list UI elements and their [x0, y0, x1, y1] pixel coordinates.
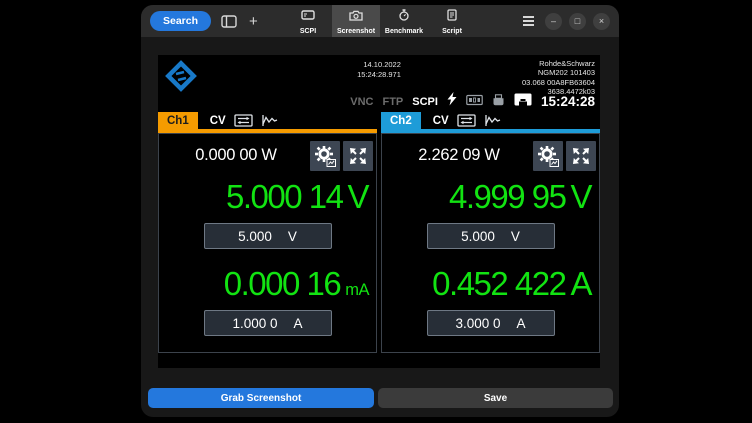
channel-2-expand-button — [566, 141, 596, 171]
minimize-button[interactable]: – — [545, 13, 562, 30]
channel-2-readout: 2.262 09 W 4.999 95V 5.000 — [381, 133, 600, 353]
sidebar-toggle-icon[interactable] — [221, 15, 237, 28]
tab-screenshot[interactable]: Screenshot — [332, 5, 380, 37]
tab-bar: SCPI Screenshot Benchmark Script — [284, 5, 476, 37]
main-content: 14.10.2022 15:24:28.971 Rohde&Schwarz NG… — [141, 37, 619, 417]
channel-2-power: 2.262 09 W — [388, 146, 530, 165]
device-model: NGM202 101403 — [522, 68, 595, 77]
device-header: 14.10.2022 15:24:28.971 Rohde&Schwarz NG… — [158, 55, 600, 92]
channel-2-settings-button — [533, 141, 563, 171]
maximize-button[interactable]: □ — [569, 13, 586, 30]
tab-benchmark[interactable]: Benchmark — [380, 5, 428, 37]
new-tab-icon[interactable]: + — [249, 14, 258, 29]
channel-1-current-set: 1.000 0 A — [204, 310, 332, 336]
channel-2-power-row: 2.262 09 W — [382, 134, 599, 174]
tab-label: SCPI — [300, 28, 316, 35]
channel-2-current-set: 3.000 0 A — [427, 310, 555, 336]
device-time: 15:24:28.971 — [357, 70, 401, 80]
footer-actions: Grab Screenshot Save — [148, 388, 613, 408]
levels-settings-icon — [457, 114, 476, 127]
device-clock: 15:24:28 — [541, 94, 595, 109]
channel-2-current-unit: A — [570, 265, 592, 302]
channel-1-mode: CV — [210, 115, 226, 127]
vnc-status: VNC — [350, 96, 373, 108]
window-controls: – □ × — [523, 13, 610, 30]
channel-1-settings-button — [310, 141, 340, 171]
tab-script[interactable]: Script — [428, 5, 476, 37]
save-button[interactable]: Save — [378, 388, 613, 408]
usb-icon — [492, 93, 505, 111]
channel-2-current-value: 0.452 422 — [432, 265, 565, 302]
channel-2-voltage-set: 5.000 V — [427, 223, 555, 249]
channel-1-power-row: 0.000 00 W — [159, 134, 376, 174]
ftp-status: FTP — [382, 96, 403, 108]
tab-label: Benchmark — [385, 28, 423, 35]
rohde-schwarz-logo-icon — [165, 60, 197, 97]
channel-2-voltage-unit: V — [570, 178, 592, 215]
channel-1-vset-value: 5.000 — [238, 229, 272, 244]
device-datetime: 14.10.2022 15:24:28.971 — [357, 60, 401, 79]
tab-scpi[interactable]: SCPI — [284, 5, 332, 37]
channel-1-tab: Ch1 — [158, 112, 198, 129]
channel-1-iset-unit: A — [294, 316, 303, 331]
device-brand: Rohde&Schwarz — [522, 59, 595, 68]
channel-1-voltage-unit: V — [347, 178, 369, 215]
menu-icon[interactable] — [523, 16, 534, 26]
channel-1-voltage: 5.000 14V — [159, 174, 376, 220]
waveform-log-icon — [261, 114, 279, 127]
channel-2-voltage: 4.999 95V — [382, 174, 599, 220]
channel-2-tab: Ch2 — [381, 112, 421, 129]
close-button[interactable]: × — [593, 13, 610, 30]
channel-2-iset-unit: A — [517, 316, 526, 331]
channel-1-panel: Ch1 CV 0.000 00 W — [158, 112, 377, 353]
channel-2-voltage-value: 4.999 95 — [449, 178, 565, 215]
stopwatch-icon — [398, 8, 410, 26]
channel-2-vset-unit: V — [511, 229, 520, 244]
channel-1-voltage-value: 5.000 14 — [226, 178, 342, 215]
channel-1-iset-value: 1.000 0 — [232, 316, 277, 331]
channels-row: Ch1 CV 0.000 00 W — [158, 112, 600, 353]
channel-2-tab-row: Ch2 CV — [381, 112, 600, 129]
channel-1-expand-button — [343, 141, 373, 171]
device-date: 14.10.2022 — [357, 60, 401, 70]
channel-2-vset-value: 5.000 — [461, 229, 495, 244]
lightning-icon — [447, 92, 457, 111]
channel-1-voltage-set: 5.000 V — [204, 223, 332, 249]
levels-settings-icon — [234, 114, 253, 127]
camera-icon — [349, 8, 363, 26]
device-info: Rohde&Schwarz NGM202 101403 03.068 00A8F… — [522, 59, 595, 96]
device-firmware: 03.068 00A8FB63604 — [522, 78, 595, 87]
channel-1-power: 0.000 00 W — [165, 146, 307, 165]
grab-screenshot-button[interactable]: Grab Screenshot — [148, 388, 374, 408]
script-icon — [447, 8, 457, 26]
channel-2-panel: Ch2 CV 2.262 09 W — [381, 112, 600, 353]
digital-io-icon — [466, 93, 483, 111]
channel-2-iset-value: 3.000 0 — [455, 316, 500, 331]
tab-label: Script — [442, 28, 462, 35]
device-statusbar: VNC FTP SCPI 15:24:28 — [350, 92, 595, 111]
titlebar: Search + SCPI Screenshot Be — [141, 5, 619, 37]
channel-2-current: 0.452 422A — [382, 261, 599, 307]
channel-1-current: 0.000 16 mA — [159, 261, 376, 307]
channel-1-current-unit: mA — [345, 281, 369, 299]
channel-1-current-value: 0.000 16 — [224, 265, 340, 302]
tab-label: Screenshot — [337, 28, 375, 35]
terminal-icon — [301, 8, 315, 26]
channel-1-vset-unit: V — [288, 229, 297, 244]
search-button[interactable]: Search — [150, 11, 211, 31]
app-window: Search + SCPI Screenshot Be — [141, 5, 619, 417]
lan-icon — [514, 93, 532, 111]
channel-2-mode: CV — [433, 115, 449, 127]
channel-1-tab-row: Ch1 CV — [158, 112, 377, 129]
waveform-log-icon — [484, 114, 502, 127]
channel-1-readout: 0.000 00 W 5.000 14V 5.000 — [158, 133, 377, 353]
scpi-status: SCPI — [412, 96, 438, 108]
device-screenshot: 14.10.2022 15:24:28.971 Rohde&Schwarz NG… — [158, 55, 600, 368]
